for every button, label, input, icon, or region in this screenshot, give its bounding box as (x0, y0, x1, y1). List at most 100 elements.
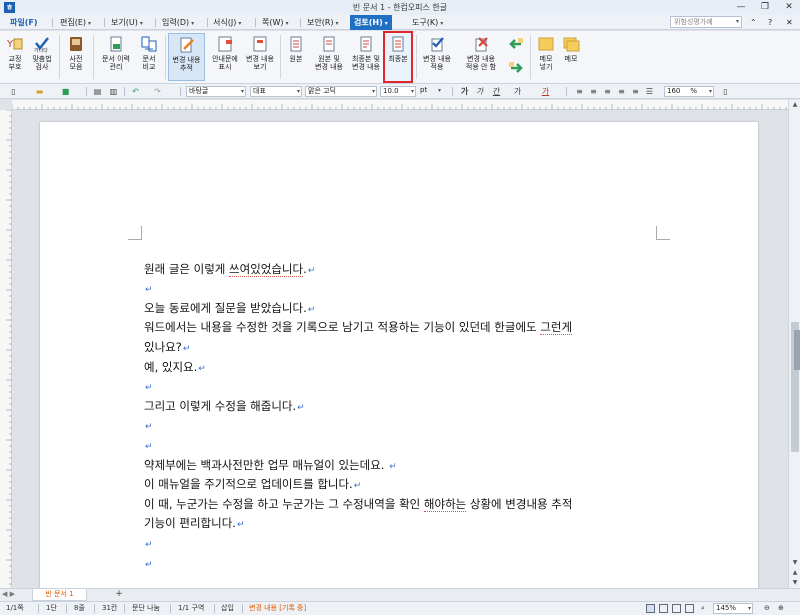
horizontal-ruler[interactable] (11, 100, 788, 110)
sidebar-grip-handle[interactable] (794, 330, 800, 370)
document-compare-button[interactable]: 문서 비교 (136, 33, 162, 81)
document-line[interactable] (144, 240, 664, 260)
preview-icon[interactable]: ▥ (108, 86, 119, 97)
status-insert-mode[interactable]: 삽입 (221, 602, 234, 615)
print-icon[interactable]: ▤ (92, 86, 103, 97)
language-select[interactable]: 대표 ▾ (250, 86, 302, 97)
menu-insert[interactable]: 입력(D) ▾ (162, 15, 194, 30)
document-line[interactable]: 있나요?↵ (144, 338, 664, 358)
close-button[interactable]: ✕ (778, 1, 800, 14)
zoom-in-icon[interactable]: ⊕ (778, 602, 784, 615)
original-button[interactable]: 원본 (284, 33, 308, 81)
dictionary-button[interactable]: 사전 모음 (62, 33, 90, 81)
document-line[interactable]: ↵ (144, 377, 664, 397)
document-line[interactable]: 오늘 동료에게 질문을 받았습니다.↵ (144, 299, 664, 319)
undo-icon[interactable]: ↶ (130, 86, 141, 97)
document-line[interactable]: 예, 있지요.↵ (144, 358, 664, 378)
next-page-icon[interactable]: ▼ (789, 578, 800, 588)
view-changes-button[interactable]: 변경 내용 보기 (243, 33, 277, 81)
document-line[interactable]: ↵ (144, 416, 664, 436)
scroll-up-icon[interactable]: ▲ (789, 100, 800, 110)
menu-page[interactable]: 쪽(W) ▾ (262, 15, 289, 30)
italic-icon[interactable]: 가 (474, 86, 485, 97)
save-icon[interactable]: ■ (60, 86, 71, 97)
previous-change-button[interactable] (506, 33, 526, 55)
open-folder-icon[interactable]: ▬ (34, 86, 45, 97)
vertical-ruler[interactable] (0, 109, 12, 588)
minimize-button[interactable]: — (730, 1, 752, 14)
document-line[interactable]: ↵ (144, 279, 664, 299)
reject-change-button[interactable]: 변경 내용 적용 안 함 (458, 33, 504, 81)
align-right-icon[interactable]: ≡ (616, 86, 627, 97)
new-document-icon[interactable]: ▯ (8, 86, 19, 97)
line-spacing-icon[interactable]: ☰ (644, 86, 655, 97)
tab-document-1[interactable]: 빈 문서 1 (32, 589, 87, 601)
menu-review[interactable]: 검토(H) ▾ (350, 15, 392, 30)
bold-icon[interactable]: 가 (459, 86, 470, 97)
strike-icon[interactable]: 가 (512, 86, 523, 97)
document-line[interactable]: ↵ (144, 534, 664, 554)
zoom-out-icon[interactable]: ⊖ (764, 602, 770, 615)
prev-page-icon[interactable]: ▲ (789, 568, 800, 578)
page-setup-icon[interactable]: ▯ (720, 86, 731, 97)
menu-file[interactable]: 파일(F) (10, 15, 38, 30)
original-with-changes-button[interactable]: 원본 및 변경 내용 (311, 33, 347, 81)
menu-view[interactable]: 보기(U) ▾ (111, 15, 143, 30)
font-select[interactable]: 맑은 고딕 ▾ (305, 86, 377, 97)
accept-change-button[interactable]: 변경 내용 적용 (419, 33, 455, 81)
document-line[interactable]: 약제부에는 백과사전만한 업무 매뉴얼이 있는데요. ↵ (144, 456, 664, 476)
font-size-input[interactable]: 10.0 ▾ (380, 86, 416, 97)
view-web-icon[interactable] (685, 604, 694, 613)
document-page[interactable]: 원래 글은 이렇게 쓰여있었습니다.↵ ↵ 오늘 동료에게 질문을 받았습니다.… (40, 122, 758, 588)
document-line[interactable]: 그리고 이렇게 수정을 해줍니다.↵ (144, 397, 664, 417)
final-button[interactable]: 최종본 (383, 31, 413, 83)
menu-edit[interactable]: 편집(E) ▾ (60, 15, 91, 30)
proofreading-marks-button[interactable]: Y 교정 부호 (3, 33, 27, 81)
insert-memo-button[interactable]: 메모 넣기 (534, 33, 558, 81)
document-line[interactable]: 원래 글은 이렇게 쓰여있었습니다.↵ (144, 260, 664, 280)
restore-button[interactable]: ❐ (754, 1, 776, 14)
menu-tools[interactable]: 도구(K) ▾ (412, 15, 443, 30)
scroll-down-icon[interactable]: ▼ (789, 558, 800, 568)
show-in-balloons-button[interactable]: 안내문에 표시 (208, 33, 242, 81)
align-justify-icon[interactable]: ≡ (574, 86, 585, 97)
underline-icon[interactable]: 간 (491, 86, 502, 97)
document-area[interactable]: 원래 글은 이렇게 쓰여있었습니다.↵ ↵ 오늘 동료에게 질문을 받았습니다.… (12, 110, 788, 588)
align-left-icon[interactable]: ≡ (588, 86, 599, 97)
document-line[interactable]: 워드에서는 내용을 수정한 것을 기록으로 남기고 적용하는 기능이 있던데 한… (144, 318, 664, 338)
document-history-button[interactable]: 문서 이력 관리 (98, 33, 134, 81)
font-color-icon[interactable]: 가 (540, 86, 551, 97)
add-tab-button[interactable]: + (104, 589, 134, 601)
tab-nav-arrows[interactable]: ◀ ▶ (2, 590, 15, 598)
memo-button[interactable]: 메모 (560, 33, 582, 81)
font-size-unit[interactable]: pt ▾ (418, 86, 442, 97)
document-line[interactable]: 이 매뉴얼을 주기적으로 업데이트를 합니다.↵ (144, 475, 664, 495)
menu-format[interactable]: 서식(J) ▾ (213, 15, 241, 30)
document-line[interactable]: 이 때, 누군가는 수정을 하고 누군가는 그 수정내역을 확인 해야하는 상황… (144, 495, 664, 515)
menu-security[interactable]: 보안(R) ▾ (307, 15, 339, 30)
help-icon[interactable]: ? (768, 15, 772, 30)
distribute-icon[interactable]: ≡ (630, 86, 641, 97)
document-line[interactable]: 기능이 편리합니다.↵ (144, 514, 664, 534)
spellcheck-button[interactable]: 가나다 맞춤법 검사 (28, 33, 56, 81)
zoom-select[interactable]: 145% ▾ (713, 603, 753, 614)
final-with-changes-button[interactable]: 최종본 및 변경 내용 (348, 33, 384, 81)
document-body[interactable]: 원래 글은 이렇게 쓰여있었습니다.↵ ↵ 오늘 동료에게 질문을 받았습니다.… (144, 240, 664, 573)
status-track-changes[interactable]: 변경 내용 [기록 중] (249, 602, 306, 615)
help-search-input[interactable]: 위험성평가예 ▾ (670, 16, 742, 28)
redo-icon[interactable]: ↷ (152, 86, 163, 97)
track-changes-button[interactable]: 변경 내용 추적 (168, 33, 205, 81)
ribbon-collapse-icon[interactable]: ⌃ (750, 15, 757, 30)
insert-memo-icon (538, 37, 554, 51)
close-document-icon[interactable]: ✕ (786, 15, 793, 30)
next-change-button[interactable] (506, 57, 526, 79)
style-select[interactable]: 바탕글 ▾ (186, 86, 246, 97)
view-normal-icon[interactable] (646, 604, 655, 613)
document-line[interactable]: ↵ (144, 554, 664, 574)
zoom-magnifier-icon[interactable]: ⌕ (701, 602, 705, 615)
document-line[interactable]: ↵ (144, 436, 664, 456)
zoom-input[interactable]: 160% ▾ (664, 86, 714, 97)
view-two-page-icon[interactable] (672, 604, 681, 613)
align-center-icon[interactable]: ≡ (602, 86, 613, 97)
view-page-icon[interactable] (659, 604, 668, 613)
